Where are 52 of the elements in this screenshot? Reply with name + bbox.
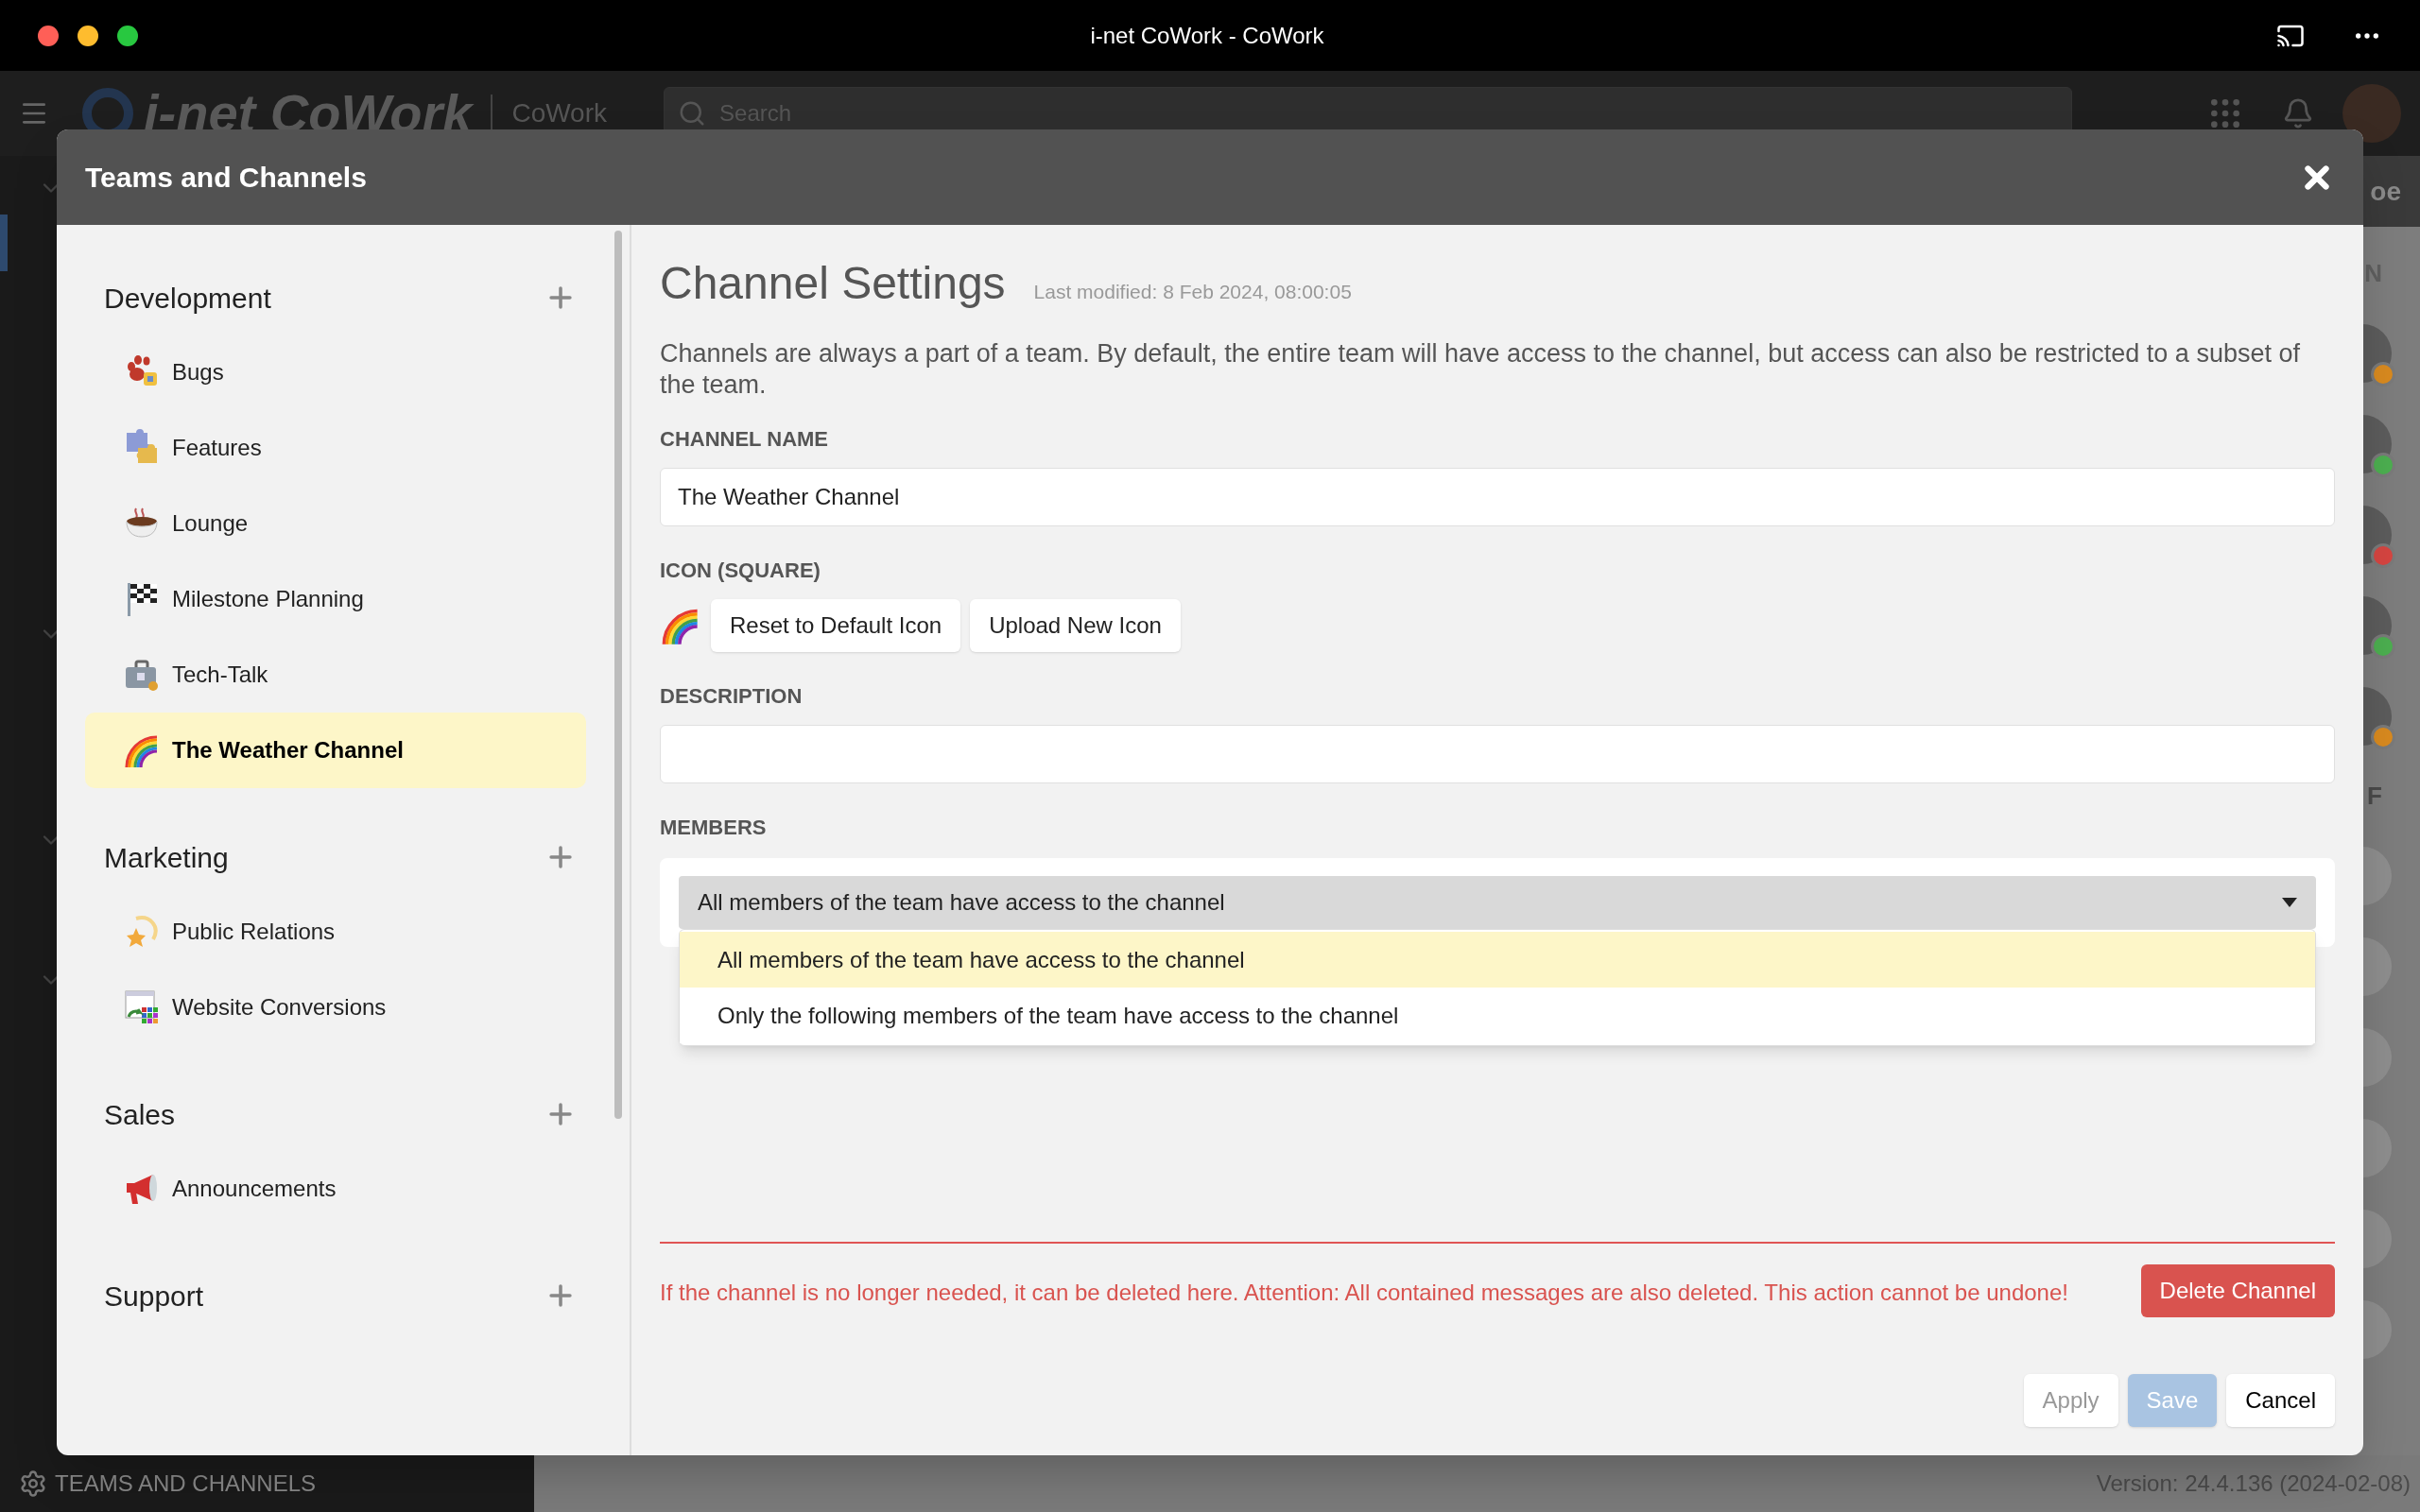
channel-name: Public Relations (172, 918, 336, 946)
members-select[interactable]: All members of the team have access to the channel (679, 876, 2316, 929)
channel-item[interactable]: Public Relations (85, 894, 586, 970)
channel-item[interactable]: Lounge (85, 486, 586, 561)
dropdown-caret-icon (2282, 898, 2297, 907)
field-label: MEMBERS (660, 815, 768, 841)
channel-name: Tech-Talk (172, 661, 268, 689)
channel-item[interactable]: Tech-Talk (85, 637, 586, 713)
minimize-window-button[interactable] (78, 25, 98, 46)
team-name: Sales (104, 1097, 177, 1132)
web-page-grid-icon (123, 988, 161, 1026)
channel-item[interactable]: Website Conversions (85, 970, 586, 1045)
channel-name: Website Conversions (172, 993, 387, 1022)
delete-warning-text: If the channel is no longer needed, it can be deleted here. Attention: All contained messages are also deleted. This action cannot be undone! (660, 1279, 2069, 1307)
notification-bell-icon[interactable] (2282, 97, 2314, 129)
channel-name-field[interactable]: The Weather Channel (660, 468, 2335, 526)
select-value: All members of the team have access to the channel (698, 888, 1226, 917)
scrollbar-thumb[interactable] (614, 231, 622, 1119)
channel-name: Bugs (172, 358, 224, 387)
channel-item[interactable]: Announcements (85, 1151, 586, 1227)
channel-name: Lounge (172, 509, 249, 538)
close-window-button[interactable] (38, 25, 59, 46)
channel-item[interactable]: Milestone Planning (85, 561, 586, 637)
dropdown-option[interactable]: All members of the team have access to the channel (680, 932, 2315, 988)
delete-channel-button[interactable]: Delete Channel (2140, 1264, 2335, 1317)
field-label: CHANNEL NAME (660, 426, 830, 453)
settings-icon[interactable] (19, 1469, 47, 1498)
team-name: Support (104, 1279, 205, 1314)
channel-item[interactable]: Features (85, 410, 586, 486)
channel-item[interactable]: Bugs (85, 335, 586, 410)
settings-title: Channel Settings (660, 257, 1006, 310)
channel-name: Announcements (172, 1175, 337, 1203)
channel-name: Milestone Planning (172, 585, 364, 613)
panel-title: oe (2370, 175, 2401, 208)
team-name: Marketing (104, 840, 230, 875)
window-title: i-net CoWork - CoWork (1089, 21, 1325, 50)
dropdown-option[interactable]: Only the following members of the team have access to the channel (680, 988, 2315, 1043)
intro-text: Channels are always a part of a team. By default, the entire team will have access to the channel, but access can also be restricted to a subset of the team. (660, 338, 2301, 401)
team-name: Development (104, 281, 272, 316)
dialog-button[interactable]: Cancel (2226, 1374, 2335, 1427)
dialog-title: Teams and Channels (85, 161, 368, 195)
maximize-window-button[interactable] (117, 25, 138, 46)
field-label: ICON (SQUARE) (660, 558, 821, 584)
description-field[interactable] (660, 725, 2335, 783)
channel-item[interactable]: The Weather Channel (85, 713, 586, 788)
icon-button[interactable]: Upload New Icon (970, 599, 1181, 652)
channel-name: Features (172, 434, 262, 462)
field-label: DESCRIPTION (660, 683, 804, 710)
selected-item-marker (0, 215, 8, 271)
channel-name: The Weather Channel (172, 736, 404, 765)
icon-button[interactable]: Reset to Default Icon (711, 599, 961, 652)
last-modified-text: Last modified: 8 Feb 2024, 08:00:05 (1033, 280, 1352, 304)
